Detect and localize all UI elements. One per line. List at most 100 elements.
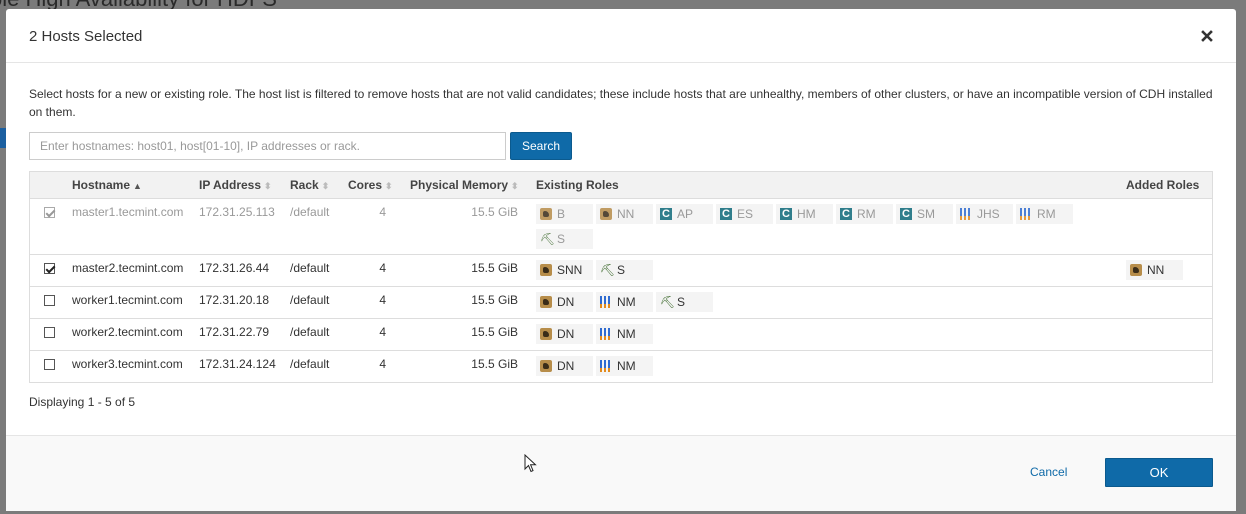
role-label: S	[617, 262, 626, 277]
physical-memory-cell: 15.5 GiB	[406, 197, 532, 254]
host-select-checkbox[interactable]	[44, 326, 55, 338]
close-button[interactable]	[1200, 29, 1214, 43]
role-badge: C RM	[836, 203, 893, 224]
host-row[interactable]: master1.tecmint.com 172.31.25.113/default…	[30, 197, 1212, 254]
existing-roles-cell: DN NM	[532, 317, 1122, 350]
sort-icon: ⬍	[321, 180, 330, 191]
role-badge: C HM	[776, 203, 833, 224]
cores-cell: 4	[344, 197, 406, 254]
physical-memory-cell: 15.5 GiB	[406, 285, 532, 318]
hdfs-role-icon	[540, 295, 552, 308]
column-hostname[interactable]: Hostname ▲	[68, 172, 195, 199]
cancel-button[interactable]: Cancel	[1024, 464, 1073, 480]
dialog-footer: Cancel OK	[6, 435, 1236, 511]
dialog-header: 2 Hosts Selected	[6, 9, 1236, 63]
ip-address-cell: 172.31.26.44	[195, 253, 286, 286]
role-badge: DN	[536, 355, 593, 376]
column-existing-roles: Existing Roles	[532, 172, 1122, 199]
role-badge: NM	[596, 323, 653, 344]
column-physical-memory[interactable]: Physical Memory ⬍	[406, 172, 532, 199]
search-row: Search	[29, 132, 1213, 160]
role-list: DN NM	[536, 323, 1116, 349]
ok-button[interactable]: OK	[1105, 458, 1213, 487]
host-row[interactable]: worker1.tecmint.com 172.31.20.18/default 4…	[30, 285, 1212, 318]
hostname-cell: worker1.tecmint.com	[68, 285, 195, 318]
sort-ascending-icon: ▲	[133, 180, 142, 191]
role-label: HM	[797, 206, 816, 221]
existing-roles-cell: DN NM	[532, 349, 1122, 382]
role-badge: C ES	[716, 203, 773, 224]
yarn-role-icon	[1020, 207, 1032, 220]
role-label: S	[557, 231, 566, 246]
hostname-cell: master2.tecmint.com	[68, 253, 195, 286]
column-cores[interactable]: Cores ⬍	[344, 172, 406, 199]
host-row[interactable]: master2.tecmint.com 172.31.26.44/default 4…	[30, 253, 1212, 286]
role-badge: NM	[596, 355, 653, 376]
existing-roles-cell: DN NM ⛏ S	[532, 285, 1122, 318]
added-roles-cell	[1122, 197, 1212, 254]
yarn-role-icon	[600, 327, 612, 340]
role-label: S	[677, 294, 686, 309]
select-cell	[30, 317, 68, 350]
rack-cell: /default	[286, 349, 344, 382]
role-list: DN NM	[536, 355, 1116, 381]
column-ip-address[interactable]: IP Address ⬍	[195, 172, 286, 199]
role-label: DN	[557, 358, 575, 373]
column-select	[30, 172, 68, 199]
role-badge: ⛏ S	[596, 259, 653, 280]
role-badge: ⛏ S	[656, 291, 713, 312]
select-cell	[30, 349, 68, 382]
host-row[interactable]: worker3.tecmint.com 172.31.24.124/default…	[30, 349, 1212, 382]
hdfs-role-icon	[540, 327, 552, 340]
role-label: RM	[857, 206, 876, 221]
physical-memory-cell: 15.5 GiB	[406, 349, 532, 382]
existing-roles-cell: B NN C AP C ES C HM C RM C SM JHS RM ⛏ S	[532, 197, 1122, 254]
column-label: Existing Roles	[536, 177, 619, 192]
role-label: NM	[617, 326, 636, 341]
select-cell	[30, 285, 68, 318]
pagination-status: Displaying 1 - 5 of 5	[29, 395, 136, 409]
host-select-checkbox[interactable]	[44, 358, 55, 370]
column-added-roles: Added Roles	[1122, 172, 1212, 199]
role-badge: SNN	[536, 259, 593, 280]
ip-address-cell: 172.31.22.79	[195, 317, 286, 350]
column-label: Rack	[290, 177, 319, 192]
hosts-selection-dialog: 2 Hosts Selected Select hosts for a new …	[6, 9, 1236, 511]
sort-icon: ⬍	[385, 180, 393, 191]
hosts-table: Hostname ▲ IP Address ⬍ Rack ⬍ Cores ⬍ Physi	[29, 171, 1213, 383]
existing-roles-cell: SNN ⛏ S	[532, 253, 1122, 286]
host-row[interactable]: worker2.tecmint.com 172.31.22.79/default 4…	[30, 317, 1212, 350]
hdfs-role-icon	[540, 207, 552, 220]
role-badge: C SM	[896, 203, 953, 224]
ip-address-cell: 172.31.25.113	[195, 197, 286, 254]
cores-cell: 4	[344, 317, 406, 350]
host-select-checkbox[interactable]	[44, 294, 55, 306]
role-label: NN	[617, 206, 635, 221]
added-roles-cell	[1122, 349, 1212, 382]
role-label: JHS	[977, 206, 1000, 221]
role-badge: DN	[536, 291, 593, 312]
column-rack[interactable]: Rack ⬍	[286, 172, 344, 199]
role-label: RM	[1037, 206, 1056, 221]
sort-icon: ⬍	[511, 180, 519, 191]
hdfs-role-icon	[1130, 263, 1142, 276]
host-select-checkbox[interactable]	[44, 262, 55, 274]
yarn-role-icon	[960, 207, 972, 220]
cloudera-management-role-icon: C	[780, 207, 792, 220]
added-roles-cell: NN	[1122, 253, 1212, 286]
close-icon	[1201, 30, 1213, 42]
search-button[interactable]: Search	[510, 132, 572, 160]
added-roles-cell	[1122, 317, 1212, 350]
cloudera-management-role-icon: C	[720, 207, 732, 220]
role-badge: DN	[536, 323, 593, 344]
role-badge: JHS	[956, 203, 1013, 224]
dialog-body: Select hosts for a new or existing role.…	[29, 85, 1213, 409]
zookeeper-role-icon: ⛏	[600, 262, 616, 277]
dialog-description: Select hosts for a new or existing role.…	[29, 87, 1213, 119]
column-label: Cores	[348, 177, 383, 192]
hostname-search-input[interactable]	[29, 132, 506, 160]
role-label: NM	[617, 294, 636, 309]
hostname-cell: worker2.tecmint.com	[68, 317, 195, 350]
hdfs-role-icon	[540, 263, 552, 276]
hdfs-role-icon	[540, 359, 552, 372]
